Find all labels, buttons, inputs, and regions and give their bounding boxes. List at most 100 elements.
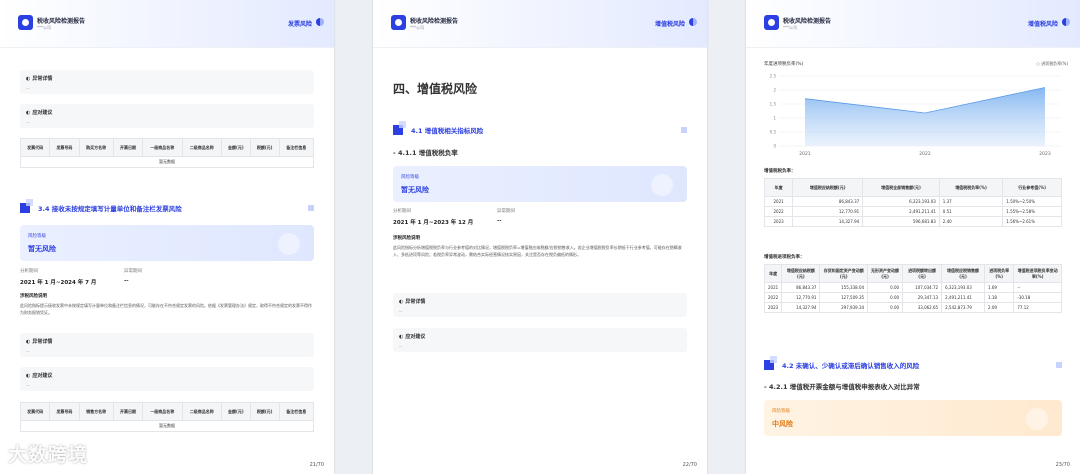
page-header: 税收风险检测报告 ***公司 发票风险	[0, 0, 334, 48]
col-header: 二级商品名称	[181, 138, 222, 157]
page-header: 税收风险检测报告 ***公司 增值税风险	[746, 0, 1080, 48]
chart-legend: ○ 进项税负率(%)	[1036, 61, 1068, 67]
action-advice-label: 应对建议	[399, 333, 681, 340]
cell: 2,491,211.41	[941, 292, 986, 303]
y-tick-label: 0.5	[770, 130, 777, 135]
table-header-row: 发票代码 发票号码 销售方名称 开票日期 一级商品名称 二级商品名称 金额(元)…	[19, 402, 315, 421]
risk-level-value: 暂无风险	[28, 245, 56, 253]
action-advice-value: --	[26, 384, 30, 389]
report-page-23: 税收风险检测报告 ***公司 增值税风险 年度进项税负率(%) ○ 进项税负率(…	[746, 0, 1080, 474]
abnormal-details-box: 异常详情 --	[393, 293, 687, 317]
risk-level-label: 风险等级	[772, 409, 790, 414]
abnormal-details-box-2: 异常详情 --	[20, 333, 314, 357]
abnormal-period: 异常期间 --	[124, 268, 142, 284]
abnormal-details-label: 异常详情	[26, 75, 308, 82]
report-logo-icon	[764, 15, 779, 30]
input-burden-table-label: 增值税进项税负率：	[764, 255, 805, 260]
col-header: 二级商品名称	[181, 402, 222, 421]
col-header: 开票日期	[112, 138, 144, 157]
vat-burden-table-label: 增值税税负率：	[764, 169, 796, 174]
cell: 0.00	[867, 292, 904, 303]
risk-level-label: 风险等级	[28, 234, 46, 239]
section-heading-4-1: 4.1 增值税相关指标风险	[393, 121, 687, 135]
cell: 1.55%~2.58%	[1002, 206, 1062, 217]
subsection-title: - 4.2.1 增值税开票金额与增值税申报表收入对比异常	[764, 383, 920, 391]
table-header-row: 年度 增值税应纳税额(元) 增值税全部销售额(元) 增值税税负率(%) 行业参考…	[763, 178, 1062, 197]
table-header-row: 发票代码 发票号码 购买方名称 开票日期 一级商品名称 二级商品名称 金额(元)…	[19, 138, 315, 157]
section-dot-icon	[316, 18, 324, 26]
risk-level-card: 风险等级 暂无风险	[20, 225, 314, 261]
abnormal-period-value: --	[497, 218, 502, 224]
legend-label: 进项税负率(%)	[1041, 61, 1068, 66]
risk-level-card: 风险等级 暂无风险	[393, 166, 687, 202]
risk-description-title: 涉税风险说明	[20, 294, 47, 299]
cell: 127,509.35	[819, 292, 869, 303]
analysis-period: 分析期间 2021 年 1 月~2023 年 12 月	[393, 208, 473, 226]
action-advice-box: 应对建议 --	[20, 104, 314, 128]
report-page-21: 税收风险检测报告 ***公司 发票风险 异常详情 -- 应对建议 -- 发票代码…	[0, 0, 334, 474]
abnormal-period: 异常期间 --	[497, 208, 515, 224]
cell: 1.37	[938, 196, 1004, 207]
input-burden-table: 年度 增值税应纳税额(元) 存货和固定资产变动额(元) 无形资产变动额(元) 进…	[763, 264, 1062, 313]
report-page-22: 税收风险检测报告 ***公司 增值税风险 四、增值税风险 4.1 增值税相关指标…	[373, 0, 707, 474]
col-header: 进项税负率(%)	[984, 264, 1015, 283]
report-title: 税收风险检测报告	[783, 18, 832, 25]
cell: 2,491,211.41	[862, 206, 940, 217]
chart-svg: 0 0.5 1 1.5 2 2.5 2021 2022 2023	[770, 74, 1060, 157]
empty-data-cell: 暂无数据	[20, 156, 314, 168]
page-number: 22/70	[682, 462, 697, 468]
report-title: 税收风险检测报告	[410, 18, 459, 25]
risk-level-label: 风险等级	[401, 175, 419, 180]
cell: 86,843.37	[781, 282, 821, 293]
cell: 29,347.13	[902, 292, 943, 303]
cell: 77.12	[1013, 302, 1062, 313]
analysis-period-label: 分析期间	[393, 209, 411, 214]
cell: 596,681.83	[862, 216, 940, 227]
abnormal-details-value: --	[399, 310, 403, 315]
page-number: 21/70	[309, 462, 324, 468]
abnormal-details-value: --	[26, 87, 30, 92]
vat-burden-table: 年度 增值税应纳税额(元) 增值税全部销售额(元) 增值税税负率(%) 行业参考…	[763, 178, 1062, 227]
company-name: ***公司	[410, 25, 424, 30]
col-header: 增值税应税销售额(元)	[941, 264, 986, 283]
col-header: 金额(元)	[220, 138, 251, 157]
cell: 0.00	[867, 302, 904, 313]
col-header: 年度	[763, 178, 794, 197]
col-header: 一级商品名称	[142, 138, 183, 157]
analysis-period-value: 2021 年 1 月~2023 年 12 月	[393, 220, 474, 226]
section-tag: 发票风险	[287, 21, 312, 28]
abnormal-details-value: --	[26, 350, 30, 355]
cell: 2022	[763, 206, 794, 217]
col-header: 购买方名称	[78, 138, 114, 157]
abnormal-period-label: 异常期间	[497, 209, 515, 214]
col-header: 存货和固定资产变动额(元)	[819, 264, 869, 283]
col-header: 发票代码	[19, 138, 51, 157]
x-tick-label: 2022	[919, 151, 931, 157]
action-advice-box: 应对建议 --	[393, 328, 687, 352]
cell: 0.51	[938, 206, 1004, 217]
cell: 2.40	[938, 216, 1004, 227]
page-number: 23/70	[1055, 462, 1070, 468]
table-row: 暂无数据	[20, 156, 314, 168]
y-tick-label: 1	[773, 116, 776, 121]
analysis-period-value: 2021 年 1 月~2024 年 7 月	[20, 280, 97, 286]
cell: 14,327.94	[792, 216, 864, 227]
cell: 86,843.37	[792, 196, 864, 207]
risk-level-card: 风险等级 中风险	[764, 400, 1062, 436]
company-name: ***公司	[37, 25, 51, 30]
empty-data-cell: 暂无数据	[20, 420, 314, 432]
cell: 2023	[763, 216, 794, 227]
action-advice-value: --	[26, 121, 30, 126]
report-logo-icon	[391, 15, 406, 30]
x-tick-label: 2021	[799, 151, 811, 157]
col-header: 无形资产变动额(元)	[867, 264, 904, 283]
table-row: 2021 86,843.37 6,323,193.03 1.37 1.50%~2…	[763, 196, 1062, 207]
col-header: 增值税进项税负率变动率(%)	[1013, 264, 1062, 283]
risk-description-text: 此风险指标分析增值税税负率与行业参考值的对比情况，增值税税负率=增值税应纳税额/…	[393, 245, 682, 257]
cell: 2,542,873.79	[941, 302, 986, 313]
company-name: ***公司	[783, 25, 797, 30]
shield-watermark-icon	[651, 174, 673, 196]
col-header: 开票日期	[112, 402, 144, 421]
subsection-title: - 4.1.1 增值税税负率	[393, 149, 458, 157]
section-square-icon	[20, 199, 33, 213]
